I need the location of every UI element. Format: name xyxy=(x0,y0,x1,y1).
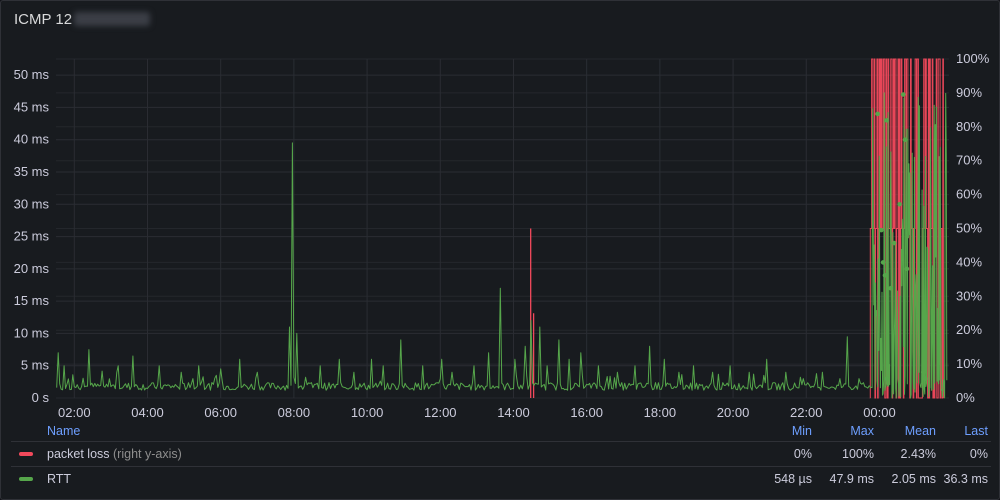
y-left-tick-label: 35 ms xyxy=(14,164,50,179)
rtt-point xyxy=(884,376,890,381)
y-left-tick-label: 0 s xyxy=(32,390,50,405)
rtt-point xyxy=(921,369,926,375)
legend-header: Name Min Max Mean Last xyxy=(11,421,991,441)
y-right-tick-label: 90% xyxy=(956,85,982,100)
rtt-min: 548 µs xyxy=(774,472,812,486)
rtt-point xyxy=(888,285,893,291)
x-tick-label: 20:00 xyxy=(717,405,750,420)
packet-loss-last: 0% xyxy=(969,447,988,461)
x-tick-label: 10:00 xyxy=(351,405,384,420)
rtt-point xyxy=(891,240,897,246)
y-axis-right: 0% 10% 20% 30% 40% 50% 60% 70% 80% 90% 100% xyxy=(956,51,990,405)
y-left-tick-label: 40 ms xyxy=(14,132,50,147)
legend-row-rtt[interactable]: RTT 548 µs 47.9 ms 2.05 ms 36.3 ms xyxy=(11,466,991,491)
y-right-tick-label: 20% xyxy=(956,322,982,337)
y-left-tick-label: 5 ms xyxy=(21,358,50,373)
legend-header-mean[interactable]: Mean xyxy=(874,424,936,438)
y-right-tick-label: 50% xyxy=(956,221,982,236)
x-tick-label: 00:00 xyxy=(863,405,896,420)
rtt-point xyxy=(880,260,886,265)
rtt-max: 47.9 ms xyxy=(829,472,874,486)
time-series-chart[interactable]: 0 s 5 ms 10 ms 15 ms 20 ms 25 ms 30 ms 35 ms 40 … xyxy=(1,1,1000,421)
rtt-line xyxy=(56,92,948,399)
rtt-last: 36.3 ms xyxy=(943,472,988,486)
y-right-tick-label: 60% xyxy=(956,187,982,202)
x-tick-label: 14:00 xyxy=(497,405,530,420)
x-tick-label: 16:00 xyxy=(570,405,603,420)
y-left-tick-label: 15 ms xyxy=(14,293,50,308)
x-tick-label: 04:00 xyxy=(131,405,164,420)
legend-row-packet-loss[interactable]: packet loss (right y-axis) 0% 100% 2.43%… xyxy=(11,441,991,466)
y-right-tick-label: 0% xyxy=(956,390,975,405)
y-left-tick-label: 45 ms xyxy=(14,99,50,114)
legend-series-name: packet loss xyxy=(47,447,110,461)
x-tick-label: 02:00 xyxy=(58,405,91,420)
legend-series-name: RTT xyxy=(47,472,72,486)
legend-series-hint: (right y-axis) xyxy=(113,447,182,461)
x-tick-label: 12:00 xyxy=(424,405,457,420)
legend-header-min[interactable]: Min xyxy=(750,424,812,438)
legend-header-last[interactable]: Last xyxy=(936,424,991,438)
y-left-tick-label: 20 ms xyxy=(14,261,50,276)
rtt-point xyxy=(878,227,884,233)
packet-loss-mean: 2.43% xyxy=(900,447,936,461)
rtt-mean: 2.05 ms xyxy=(891,472,936,486)
x-tick-label: 22:00 xyxy=(790,405,823,420)
rtt-point xyxy=(884,118,890,123)
rtt-point xyxy=(904,266,910,272)
y-right-tick-label: 10% xyxy=(956,356,982,371)
rtt-point xyxy=(922,376,928,381)
packet-loss-min: 0% xyxy=(793,447,812,461)
y-right-tick-label: 30% xyxy=(956,288,982,303)
y-axis-left: 0 s 5 ms 10 ms 15 ms 20 ms 25 ms 30 ms 35 ms 40 … xyxy=(14,67,50,405)
graph-panel: ICMP 12 0 s5 ms 10 ms 15 ms 20 ms 25 ms 30 ms… xyxy=(0,0,1000,500)
y-left-tick-label: 50 ms xyxy=(14,67,50,82)
rtt-point xyxy=(902,137,908,143)
y-left-tick-label: 10 ms xyxy=(14,325,50,340)
rtt-point xyxy=(875,111,880,117)
y-right-tick-label: 40% xyxy=(956,254,982,269)
y-right-tick-label: 80% xyxy=(956,119,982,134)
legend-header-max[interactable]: Max xyxy=(812,424,874,438)
y-left-tick-label: 25 ms xyxy=(14,229,50,244)
y-right-tick-label: 70% xyxy=(956,153,982,168)
x-axis: 02:00 04:00 06:00 08:00 10:00 12:00 14:00 16:00… xyxy=(58,405,896,420)
x-tick-label: 18:00 xyxy=(644,405,677,420)
y-left-tick-label: 30 ms xyxy=(14,196,50,211)
rtt-series xyxy=(56,92,948,399)
rtt-point xyxy=(900,92,906,97)
x-tick-label: 06:00 xyxy=(204,405,237,420)
grid-lines xyxy=(56,58,949,399)
rtt-point xyxy=(897,201,902,207)
legend-table: Name Min Max Mean Last packet loss (righ… xyxy=(11,421,991,491)
rtt-swatch[interactable] xyxy=(19,477,33,481)
x-tick-label: 08:00 xyxy=(278,405,311,420)
packet-loss-max: 100% xyxy=(842,447,874,461)
y-right-tick-label: 100% xyxy=(956,51,990,66)
packet-loss-swatch[interactable] xyxy=(19,452,33,456)
rtt-point xyxy=(882,273,888,278)
legend-header-name[interactable]: Name xyxy=(11,424,750,438)
